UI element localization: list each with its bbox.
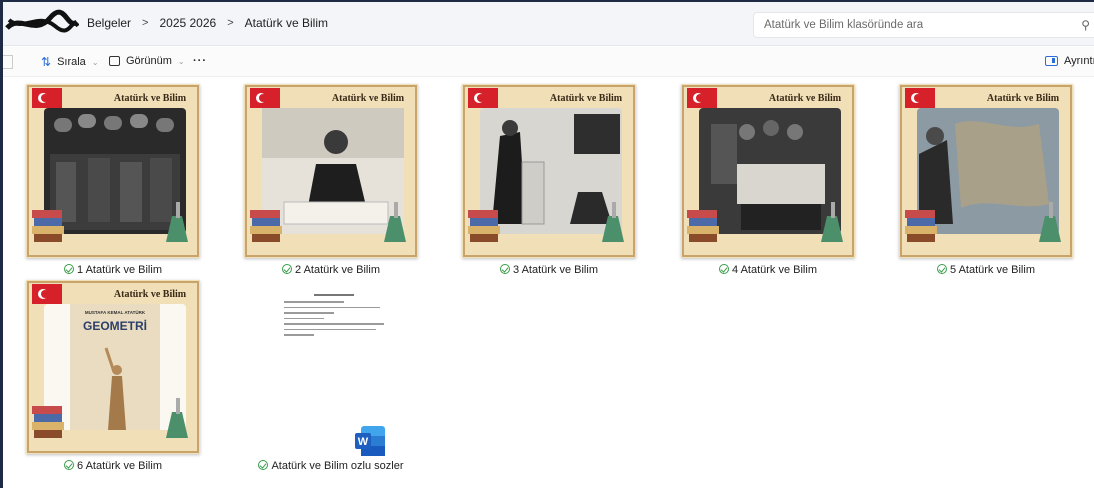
details-pane-icon: [1045, 56, 1058, 66]
breadcrumb-separator: >: [227, 17, 234, 29]
card-title: Atatürk ve Bilim: [987, 93, 1060, 104]
more-options-button[interactable]: ···: [193, 55, 207, 67]
file-name: 4 Atatürk ve Bilim: [668, 264, 868, 276]
details-label: Ayrıntılar: [1064, 55, 1094, 67]
file-name: 1 Atatürk ve Bilim: [13, 264, 213, 276]
card-title: Atatürk ve Bilim: [114, 93, 187, 104]
search-icon[interactable]: ⚲: [1081, 18, 1090, 32]
toolbar-overflow-edge: [3, 55, 13, 69]
breadcrumb-item-belgeler[interactable]: Belgeler: [87, 16, 131, 30]
sync-status-icon: [282, 264, 292, 274]
sync-status-icon: [64, 264, 74, 274]
more-icon: ···: [193, 55, 207, 67]
breadcrumb: Belgeler > 2025 2026 > Atatürk ve Bilim: [87, 16, 328, 30]
details-pane-button[interactable]: Ayrıntılar: [1045, 55, 1094, 67]
sync-status-icon: [64, 460, 74, 470]
image-thumbnail: Atatürk ve Bilim: [462, 84, 636, 258]
view-button[interactable]: Görünüm ⌄: [109, 55, 185, 67]
redacted-scribble: [5, 9, 79, 33]
file-name: 6 Atatürk ve Bilim: [13, 460, 213, 472]
document-preview-lines: [284, 294, 384, 340]
svg-text:W: W: [358, 436, 369, 448]
image-thumbnail: Atatürk ve Bilim: [244, 84, 418, 258]
card-title: Atatürk ve Bilim: [114, 289, 187, 300]
chevron-down-icon: ⌄: [91, 57, 99, 67]
card-title: Atatürk ve Bilim: [550, 93, 623, 104]
chevron-down-icon: ⌄: [177, 56, 185, 66]
sort-label: Sırala: [57, 56, 86, 68]
file-name: Atatürk ve Bilim ozlu sozler: [231, 460, 431, 472]
sync-status-icon: [258, 460, 269, 470]
image-thumbnail: Atatürk ve Bilim: [681, 84, 855, 258]
document-thumbnail: W: [244, 280, 418, 456]
sort-icon: ⇅: [41, 55, 52, 69]
view-label: Görünüm: [126, 55, 172, 67]
sync-status-icon: [719, 264, 729, 274]
image-thumbnail: Atatürk ve Bilim: [26, 84, 200, 258]
sort-button[interactable]: ⇅ Sırala ⌄: [41, 55, 99, 69]
breadcrumb-separator: >: [142, 17, 149, 29]
image-thumbnail: Atatürk ve Bilim: [899, 84, 1073, 258]
address-bar: Belgeler > 2025 2026 > Atatürk ve Bilim …: [3, 2, 1094, 46]
command-bar: ⇅ Sırala ⌄ Görünüm ⌄ ··· Ayrıntılar: [3, 47, 1094, 77]
file-explorer-window: Belgeler > 2025 2026 > Atatürk ve Bilim …: [0, 0, 1094, 488]
book-title: GEOMETRİ: [83, 318, 147, 333]
sync-status-icon: [500, 264, 510, 274]
sync-status-icon: [937, 264, 947, 274]
search-box[interactable]: Atatürk ve Bilim klasöründe ara ⚲: [753, 12, 1094, 38]
file-name: 2 Atatürk ve Bilim: [231, 264, 431, 276]
search-placeholder: Atatürk ve Bilim klasöründe ara: [764, 19, 924, 31]
book-author: MUSTAFA KEMAL ATATÜRK: [85, 309, 146, 315]
view-icon: [109, 56, 120, 66]
breadcrumb-item-current[interactable]: Atatürk ve Bilim: [245, 16, 328, 30]
card-title: Atatürk ve Bilim: [769, 93, 842, 104]
file-name: 3 Atatürk ve Bilim: [449, 264, 649, 276]
card-title: Atatürk ve Bilim: [332, 93, 405, 104]
image-thumbnail: Atatürk ve Bilim MUSTAFA KEMAL ATATÜRK G…: [26, 280, 200, 454]
file-name: 5 Atatürk ve Bilim: [886, 264, 1086, 276]
word-document-icon: W: [355, 426, 385, 456]
breadcrumb-item-2025-2026[interactable]: 2025 2026: [159, 16, 216, 30]
